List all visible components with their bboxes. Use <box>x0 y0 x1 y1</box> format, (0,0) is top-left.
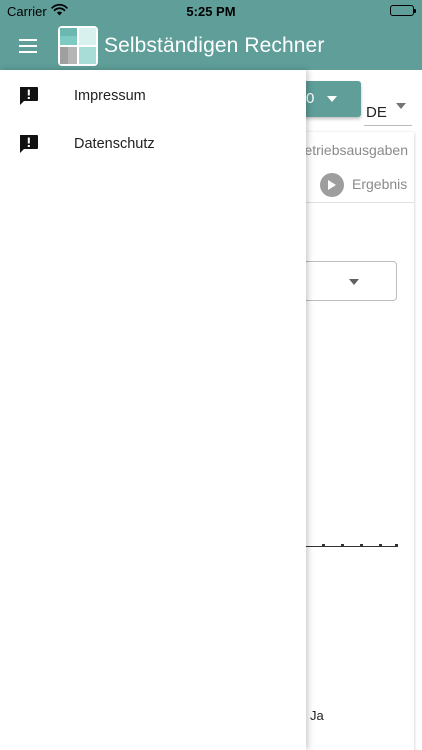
status-bar: Carrier 5:25 PM <box>0 0 422 22</box>
app-title: Selbständigen Rechner <box>104 34 325 57</box>
drawer-item-impressum[interactable]: Impressum <box>0 72 306 120</box>
clock-time: 5:25 PM <box>186 4 236 19</box>
report-feedback-icon <box>18 86 39 107</box>
app-bar: Selbständigen Rechner <box>0 22 422 70</box>
report-feedback-icon <box>18 134 39 155</box>
drawer-item-datenschutz[interactable]: Datenschutz <box>0 120 306 168</box>
hamburger-menu-icon[interactable] <box>14 34 44 58</box>
drawer-item-label: Datenschutz <box>74 136 155 152</box>
navigation-drawer: Impressum Datenschutz <box>0 70 306 750</box>
app-logo-icon <box>58 26 98 66</box>
battery-icon <box>390 5 416 16</box>
drawer-item-label: Impressum <box>74 88 146 104</box>
